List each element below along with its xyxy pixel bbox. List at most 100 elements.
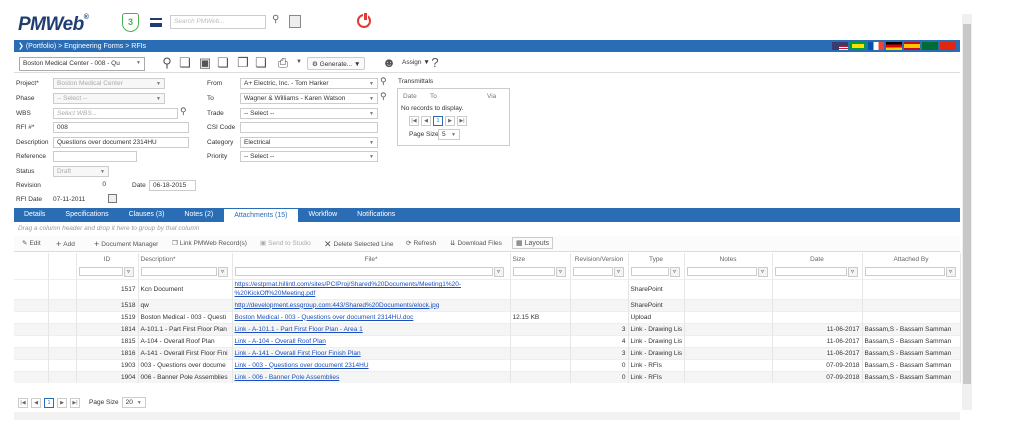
flag-france-icon[interactable]: [868, 42, 884, 50]
filter-icon[interactable]: ▿: [613, 266, 624, 277]
filter-input-revision[interactable]: [572, 267, 613, 277]
add-button[interactable]: + Add: [56, 239, 75, 249]
save-icon[interactable]: ▣: [198, 55, 212, 70]
priority-select[interactable]: -- Select -- ▼: [240, 151, 378, 162]
filter-icon[interactable]: ▿: [217, 266, 228, 277]
new-record-icon[interactable]: ❏: [178, 55, 192, 70]
power-icon[interactable]: [357, 12, 371, 28]
download-files-button[interactable]: ⇊ Download Files: [450, 239, 502, 248]
search-icon[interactable]: ⚲: [272, 14, 279, 25]
page-size-select[interactable]: 20 ▼: [121, 397, 146, 408]
copy-icon[interactable]: ❐: [236, 55, 250, 70]
scrollbar-thumb[interactable]: [963, 24, 971, 384]
from-select[interactable]: A+ Electric, Inc. - Tom Harker ▼: [240, 78, 378, 89]
column-header-notes[interactable]: Notes: [684, 253, 773, 265]
column-header-file[interactable]: File*: [232, 253, 511, 265]
prev-page-icon[interactable]: ◀: [31, 397, 41, 408]
print-dropdown-icon[interactable]: ▼: [292, 55, 306, 70]
filter-icon[interactable]: ▿: [945, 266, 956, 277]
from-search-icon[interactable]: ⚲: [380, 76, 387, 87]
filter-icon[interactable]: ▿: [757, 266, 768, 277]
flag-brazil-icon[interactable]: [850, 42, 866, 50]
cell-file-link[interactable]: Boston Medical - 003 - Questions over do…: [235, 314, 414, 321]
tab-attachments[interactable]: Attachments (15): [223, 208, 299, 222]
cell-file-link[interactable]: Link - 006 - Banner Pole Assemblies: [235, 374, 340, 381]
filter-input-notes[interactable]: [686, 267, 757, 277]
to-search-icon[interactable]: ⚲: [380, 91, 387, 102]
generate-button[interactable]: ⚙ Generate... ▼: [307, 57, 366, 70]
first-page-icon[interactable]: |◀: [18, 397, 28, 408]
filter-input-id[interactable]: [78, 267, 123, 277]
calendar-icon[interactable]: [108, 194, 117, 203]
layouts-button[interactable]: ▦ Layouts: [512, 237, 554, 249]
document-manager-button[interactable]: + Document Manager: [94, 239, 158, 249]
page-number[interactable]: 1: [433, 116, 443, 126]
filter-input-description[interactable]: [140, 267, 217, 277]
transmittals-col-via[interactable]: Via: [487, 93, 496, 100]
filter-icon[interactable]: ▿: [493, 266, 504, 277]
tab-specifications[interactable]: Specifications: [55, 208, 118, 222]
reference-input[interactable]: [53, 151, 137, 162]
prev-page-icon[interactable]: ◀: [421, 116, 431, 126]
next-page-icon[interactable]: ▶: [57, 397, 67, 408]
tab-notes[interactable]: Notes (2): [174, 208, 223, 222]
tab-clauses[interactable]: Clauses (3): [119, 208, 175, 222]
flag-spain-icon[interactable]: [904, 42, 920, 50]
send-to-studio-button[interactable]: ▣ Send to Studio: [260, 239, 311, 248]
save-close-icon[interactable]: ❏: [216, 55, 230, 70]
wbs-input[interactable]: Select WBS...: [53, 108, 178, 119]
rfi-number-input[interactable]: 008: [53, 122, 189, 133]
first-page-icon[interactable]: |◀: [409, 116, 419, 126]
find-icon[interactable]: ⚲: [160, 55, 174, 70]
table-row[interactable]: 1816 A-141 - Overall First Floor Fini Li…: [14, 346, 961, 359]
breadcrumb-text[interactable]: (Portfolio) > Engineering Forms > RFIs: [26, 43, 146, 50]
tab-details[interactable]: Details: [14, 208, 55, 222]
table-row[interactable]: 1517 Kcn Document https://estpmat.hillin…: [14, 278, 961, 299]
flag-germany-icon[interactable]: [886, 42, 902, 50]
trade-select[interactable]: -- Select -- ▼: [240, 108, 378, 119]
vertical-scrollbar[interactable]: [962, 14, 972, 410]
column-header-size[interactable]: Size: [510, 253, 571, 265]
flag-us-icon[interactable]: [832, 42, 848, 50]
cell-file-link[interactable]: https://estpmat.hillintl.com/sites/PCIPr…: [235, 280, 508, 289]
filter-icon[interactable]: ▿: [669, 266, 680, 277]
column-header-description[interactable]: Description*: [138, 253, 233, 265]
column-header-type[interactable]: Type: [628, 253, 685, 265]
table-row[interactable]: 1814 A-101.1 - Part First Floor Plan Lin…: [14, 322, 961, 335]
flag-arabic-icon[interactable]: [922, 42, 938, 50]
table-row[interactable]: 1815 A-104 - Overall Roof Plan Link - A-…: [14, 334, 961, 347]
cell-file-link[interactable]: Link - 003 - Questions over document 231…: [235, 362, 369, 369]
cell-file-link[interactable]: http://development.essgroup.com:443/Shar…: [235, 302, 440, 309]
column-header-id[interactable]: ID: [76, 253, 139, 265]
filter-input-attached-by[interactable]: [864, 267, 945, 277]
menu-icon[interactable]: [150, 18, 162, 27]
csi-code-input[interactable]: [240, 122, 378, 133]
cell-file-link[interactable]: Link - A-141 - Overall First Floor Finis…: [235, 350, 361, 357]
wbs-search-icon[interactable]: ⚲: [180, 106, 187, 117]
filter-input-file[interactable]: [234, 267, 493, 277]
table-row[interactable]: 1519 Boston Medical - 003 - Questi Bosto…: [14, 310, 961, 323]
last-page-icon[interactable]: ▶|: [70, 397, 80, 408]
table-row[interactable]: 1903 003 - Questions over docume Link - …: [14, 358, 961, 371]
table-row[interactable]: 1904 006 - Banner Pole Assemblies Link -…: [14, 370, 961, 383]
cell-file-link[interactable]: Link - A-104 - Overall Roof Plan: [235, 338, 326, 345]
column-header-attached-by[interactable]: Attached By: [862, 253, 961, 265]
description-input[interactable]: Questions over document 2314HU: [53, 137, 189, 148]
date-input[interactable]: 06-18-2015: [149, 180, 196, 191]
filter-icon[interactable]: ▿: [123, 266, 134, 277]
print-icon[interactable]: ⎙: [276, 55, 290, 70]
horizontal-scrollbar[interactable]: [14, 412, 960, 420]
phase-select[interactable]: -- Select -- ▼: [53, 93, 165, 104]
calendar-icon[interactable]: [289, 15, 301, 28]
tab-workflow[interactable]: Workflow: [299, 208, 348, 222]
filter-input-size[interactable]: [512, 267, 555, 277]
table-row[interactable]: 1518 qw http://development.essgroup.com:…: [14, 298, 961, 311]
page-size-select[interactable]: 5 ▼: [438, 129, 460, 140]
notification-shield-icon[interactable]: 3: [122, 13, 139, 32]
to-select[interactable]: Wagner & Williams - Karen Watson ▼: [240, 93, 378, 104]
flag-china-icon[interactable]: [940, 42, 956, 50]
help-icon[interactable]: ?: [428, 55, 442, 70]
column-header-revision[interactable]: Revision/Version: [570, 253, 629, 265]
tab-notifications[interactable]: Notifications: [347, 208, 405, 222]
filter-icon[interactable]: ▿: [847, 266, 858, 277]
